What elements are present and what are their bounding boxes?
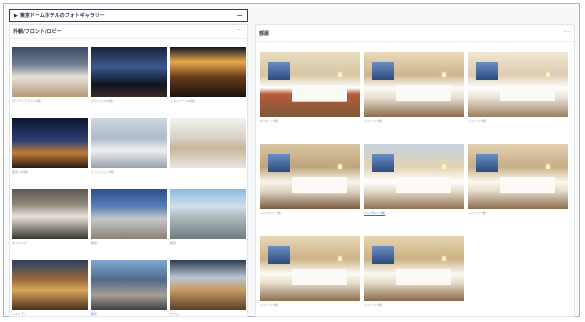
photo-caption: スカイバー (43階) — [170, 99, 196, 103]
lamp — [442, 72, 446, 77]
photo-card[interactable]: ツイン (一例) — [468, 144, 568, 217]
lamp — [338, 256, 342, 261]
more-menu-icon[interactable]: ··· — [236, 26, 243, 34]
photo-card[interactable]: 夜景 (43階) — [12, 118, 88, 176]
photo-thumbnail[interactable] — [260, 144, 360, 209]
photo-card[interactable]: ツイン (一例) — [260, 236, 360, 309]
bed — [292, 85, 347, 101]
bed — [500, 85, 555, 101]
photo-caption: ツイン (一例) — [468, 211, 487, 215]
lamp — [338, 164, 342, 169]
photo-card[interactable]: ダイニング — [12, 189, 88, 247]
photo-thumbnail[interactable] — [12, 260, 88, 310]
rooms-panel: 部屋 ··· ダブル (一例) ツイン (一例) ツイン (一例) トリプル (一例)… — [255, 24, 575, 317]
photo-thumbnail[interactable] — [12, 189, 88, 239]
photo-thumbnail[interactable] — [468, 144, 568, 209]
photo-thumbnail[interactable] — [364, 52, 464, 117]
photo-card[interactable]: ツイン (一例) — [364, 236, 464, 309]
lamp — [442, 256, 446, 261]
bed — [292, 269, 347, 285]
photo-card[interactable]: トリプル (一例) — [260, 144, 360, 217]
photo-card[interactable]: 眺望 — [91, 189, 167, 247]
photo-card[interactable] — [170, 118, 246, 176]
photo-card[interactable]: 眺望 — [91, 260, 167, 318]
photo-caption: レストラン — [12, 312, 28, 316]
window-view — [268, 154, 290, 172]
photo-card[interactable]: スカイバー (43階) — [170, 47, 246, 105]
photo-thumbnail[interactable] — [170, 118, 246, 168]
photo-card[interactable]: ダブル (一例) — [260, 52, 360, 125]
photo-caption: 眺望 — [170, 241, 177, 245]
photo-thumbnail[interactable] — [260, 52, 360, 117]
panel-divider — [10, 38, 247, 39]
window-view — [476, 62, 498, 80]
panel-title: 外観/フロント/ロビー — [13, 29, 62, 35]
panel-divider — [256, 41, 574, 42]
bed — [292, 177, 347, 193]
photo-card[interactable]: トリプル (一例) — [364, 144, 464, 217]
lamp — [338, 72, 342, 77]
photo-caption: ガーデンテラス (1階) — [12, 99, 42, 103]
photo-caption: ツイン (一例) — [364, 303, 383, 307]
window-view — [372, 62, 394, 80]
photo-thumbnail[interactable] — [91, 189, 167, 239]
photo-card[interactable]: 眺望 — [170, 189, 246, 247]
photo-caption: 夜景 (43階) — [12, 170, 29, 174]
photo-thumbnail[interactable] — [364, 236, 464, 301]
collapse-icon[interactable]: − — [236, 11, 243, 20]
photo-thumbnail[interactable] — [170, 47, 246, 97]
bed — [396, 177, 451, 193]
panel-title: 部屋 — [259, 31, 270, 37]
bed — [396, 85, 451, 101]
photo-thumbnail[interactable] — [12, 47, 88, 97]
window-view — [372, 154, 394, 172]
bed — [396, 269, 451, 285]
more-menu-icon[interactable]: ··· — [563, 28, 570, 36]
lamp — [442, 164, 446, 169]
photo-card[interactable]: ビュッフェ (1階) — [91, 118, 167, 176]
photo-caption: トリプル (一例) — [260, 211, 282, 215]
photo-caption: ツイン (一例) — [364, 119, 383, 123]
window-view — [476, 154, 498, 172]
photo-card[interactable]: レストラン — [12, 260, 88, 318]
photo-thumbnail[interactable] — [170, 189, 246, 239]
photo-card[interactable]: カフェ — [170, 260, 246, 318]
window-view — [268, 246, 290, 264]
photo-card[interactable]: ガーデンテラス (1階) — [12, 47, 88, 105]
photo-caption: 眺望 — [91, 241, 98, 245]
photo-caption: カフェ — [170, 312, 180, 316]
photo-caption: ツイン (一例) — [468, 119, 487, 123]
photo-thumbnail[interactable] — [91, 118, 167, 168]
photo-caption: ダブル (一例) — [260, 119, 279, 123]
triangle-right-icon: ▶ — [14, 12, 18, 19]
photo-card[interactable]: ツイン (一例) — [468, 52, 568, 125]
lamp — [546, 164, 550, 169]
photo-thumbnail[interactable] — [364, 144, 464, 209]
photo-thumbnail[interactable] — [91, 47, 167, 97]
gallery-title: 東京ドームホテルのフォトギャラリー — [19, 13, 105, 19]
window-view — [268, 62, 290, 80]
bed — [500, 177, 555, 193]
photo-thumbnail[interactable] — [260, 236, 360, 301]
photo-caption: ビュッフェ (1階) — [91, 170, 115, 174]
gallery-header-toggle[interactable]: ▶ 東京ドームホテルのフォトギャラリー − — [9, 9, 248, 22]
photo-thumbnail[interactable] — [91, 260, 167, 310]
lamp — [546, 72, 550, 77]
photo-thumbnail[interactable] — [12, 118, 88, 168]
photo-thumbnail[interactable] — [170, 260, 246, 310]
photo-card[interactable]: ツイン (一例) — [364, 52, 464, 125]
photo-caption: ダイニング — [12, 241, 28, 245]
photo-caption: ラウンジ (43階) — [91, 99, 114, 103]
photo-caption: 眺望 — [91, 312, 98, 316]
exterior-lobby-panel: 外観/フロント/ロビー ··· ガーデンテラス (1階) ラウンジ (43階) スカ… — [9, 24, 248, 317]
photo-caption: ツイン (一例) — [260, 303, 279, 307]
photo-card[interactable]: ラウンジ (43階) — [91, 47, 167, 105]
photo-caption[interactable]: トリプル (一例) — [364, 211, 385, 215]
window-view — [372, 246, 394, 264]
photo-thumbnail[interactable] — [468, 52, 568, 117]
